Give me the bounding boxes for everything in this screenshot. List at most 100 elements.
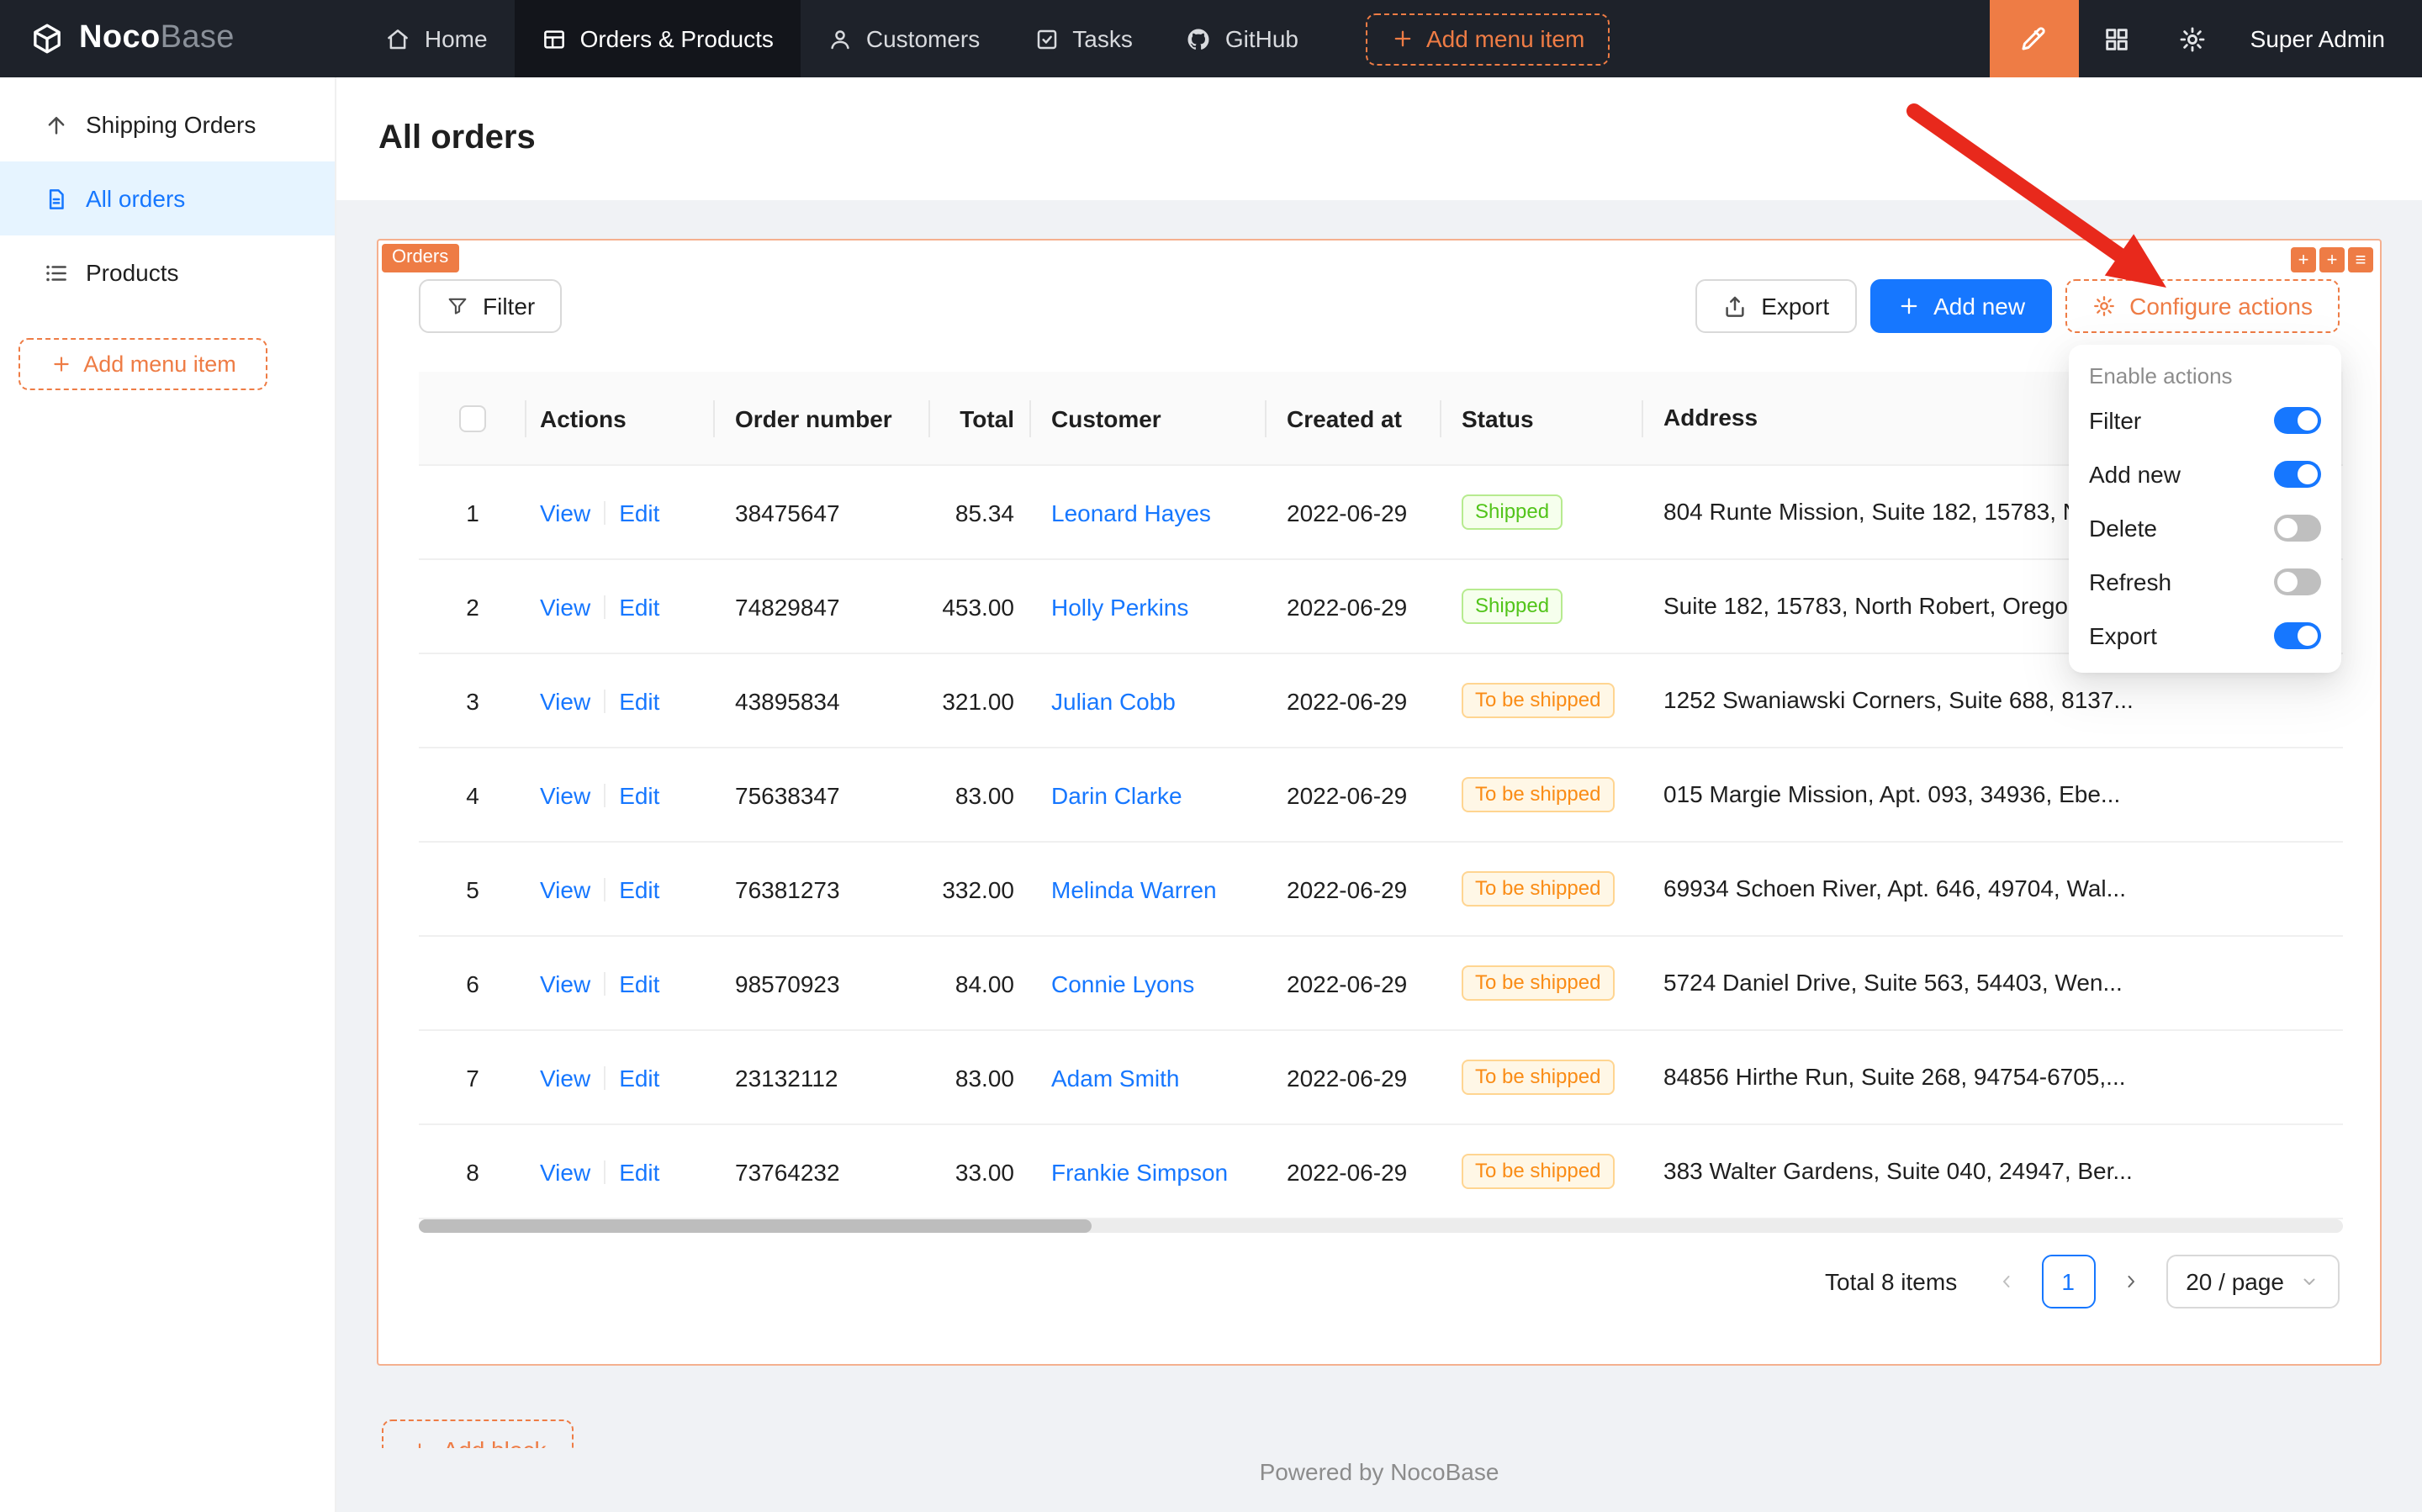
view-order-link[interactable]: View: [540, 593, 590, 620]
block-add-icon[interactable]: +: [2319, 247, 2345, 272]
edit-order-link[interactable]: Edit: [619, 781, 659, 808]
horizontal-scrollbar[interactable]: [419, 1219, 2343, 1233]
toggle-export[interactable]: [2274, 622, 2321, 649]
created-at-cell: 2022-06-29: [1267, 748, 1441, 841]
enable-action-filter[interactable]: Filter: [2069, 394, 2341, 447]
next-page-button[interactable]: [2108, 1258, 2152, 1305]
ui-editor-button[interactable]: [1990, 0, 2079, 77]
block-tag: Orders: [382, 244, 458, 272]
nav-item-home[interactable]: Home: [359, 0, 515, 77]
brand-logo[interactable]: NocoBase: [0, 20, 265, 57]
customer-cell: Frankie Simpson: [1031, 1125, 1267, 1218]
plus-icon: [1391, 27, 1415, 50]
screenshot-viewport: NocoBase HomeOrders & ProductsCustomersT…: [0, 0, 2422, 1512]
configure-actions-button[interactable]: Configure actions: [2065, 279, 2340, 333]
orders-table: ActionsOrder numberTotalCustomerCreated …: [419, 372, 2343, 1219]
page-size-select[interactable]: 20 / page: [2166, 1255, 2340, 1308]
nav-item-orders-products[interactable]: Orders & Products: [515, 0, 801, 77]
nav-item-github[interactable]: GitHub: [1160, 0, 1325, 77]
toggle-add-new[interactable]: [2274, 461, 2321, 488]
edit-order-link[interactable]: Edit: [619, 687, 659, 714]
sidebar-item-shipping-orders[interactable]: Shipping Orders: [0, 87, 335, 161]
customer-cell: Connie Lyons: [1031, 937, 1267, 1029]
status-cell: To be shipped: [1441, 654, 1643, 747]
add-new-button[interactable]: Add new: [1869, 279, 2052, 333]
page-size-value: 20 / page: [2186, 1268, 2284, 1295]
add-block-button[interactable]: Add block: [382, 1419, 574, 1448]
column-header-customer: Customer: [1031, 372, 1267, 464]
table-body: 1ViewEdit3847564785.34Leonard Hayes2022-…: [419, 466, 2343, 1219]
status-cell: Shipped: [1441, 560, 1643, 653]
row-index: 7: [419, 1031, 526, 1123]
created-at-cell: 2022-06-29: [1267, 1031, 1441, 1123]
select-all-checkbox[interactable]: [459, 404, 486, 431]
add-menu-item-button[interactable]: Add menu item: [1366, 13, 1610, 65]
toggle-delete[interactable]: [2274, 515, 2321, 542]
settings-button[interactable]: [2155, 0, 2230, 77]
order-number-cell: 43895834: [715, 654, 930, 747]
pagination: Total 8 items 1 20 / page: [1825, 1255, 2340, 1308]
address-cell: 015 Margie Mission, Apt. 093, 34936, Ebe…: [1643, 748, 2343, 841]
edit-order-link[interactable]: Edit: [619, 1158, 659, 1185]
created-at-cell: 2022-06-29: [1267, 937, 1441, 1029]
column-header-label: Created at: [1287, 404, 1402, 431]
main-menu: HomeOrders & ProductsCustomersTasksGitHu…: [359, 0, 1325, 77]
nav-item-customers[interactable]: Customers: [801, 0, 1007, 77]
filter-button[interactable]: Filter: [419, 279, 562, 333]
action-divider: [604, 500, 606, 524]
edit-order-link[interactable]: Edit: [619, 875, 659, 902]
edit-order-link[interactable]: Edit: [619, 499, 659, 526]
row-actions: View Edit: [526, 748, 715, 841]
customer-link[interactable]: Holly Perkins: [1051, 593, 1188, 620]
block-drag-icon[interactable]: +: [2291, 247, 2316, 272]
column-header-actions: Actions: [526, 372, 715, 464]
enable-action-label: Export: [2089, 622, 2157, 649]
plugins-button[interactable]: [2079, 0, 2155, 77]
sidebar-item-products[interactable]: Products: [0, 235, 335, 309]
customer-link[interactable]: Melinda Warren: [1051, 875, 1217, 902]
order-total-cell: 321.00: [930, 654, 1031, 747]
view-order-link[interactable]: View: [540, 781, 590, 808]
scrollbar-thumb[interactable]: [419, 1219, 1092, 1233]
edit-order-link[interactable]: Edit: [619, 593, 659, 620]
view-order-link[interactable]: View: [540, 970, 590, 997]
block-menu-icon[interactable]: ≡: [2348, 247, 2373, 272]
top-navbar: NocoBase HomeOrders & ProductsCustomersT…: [0, 0, 2422, 77]
created-at-cell: 2022-06-29: [1267, 466, 1441, 558]
view-order-link[interactable]: View: [540, 1158, 590, 1185]
table-row: 1ViewEdit3847564785.34Leonard Hayes2022-…: [419, 466, 2343, 560]
view-order-link[interactable]: View: [540, 687, 590, 714]
sidebar-item-all-orders[interactable]: All orders: [0, 161, 335, 235]
export-button[interactable]: Export: [1695, 279, 1856, 333]
edit-order-link[interactable]: Edit: [619, 970, 659, 997]
toggle-refresh[interactable]: [2274, 568, 2321, 595]
user-menu[interactable]: Super Admin: [2230, 25, 2422, 52]
view-order-link[interactable]: View: [540, 499, 590, 526]
nav-item-tasks[interactable]: Tasks: [1007, 0, 1160, 77]
toggle-filter[interactable]: [2274, 407, 2321, 434]
customer-link[interactable]: Darin Clarke: [1051, 781, 1182, 808]
enable-action-add-new[interactable]: Add new: [2069, 447, 2341, 501]
customer-cell: Darin Clarke: [1031, 748, 1267, 841]
highlighter-icon: [2019, 24, 2049, 54]
customer-link[interactable]: Connie Lyons: [1051, 970, 1194, 997]
table-row: 6ViewEdit9857092384.00Connie Lyons2022-0…: [419, 937, 2343, 1031]
customer-cell: Holly Perkins: [1031, 560, 1267, 653]
current-page-button[interactable]: 1: [2041, 1255, 2095, 1308]
toolbar-right: Export Add new Configure actions: [1695, 279, 2340, 333]
edit-order-link[interactable]: Edit: [619, 1064, 659, 1091]
customer-link[interactable]: Frankie Simpson: [1051, 1158, 1228, 1185]
enable-action-export[interactable]: Export: [2069, 609, 2341, 663]
gear-icon: [2178, 24, 2207, 53]
view-order-link[interactable]: View: [540, 875, 590, 902]
customer-link[interactable]: Adam Smith: [1051, 1064, 1180, 1091]
prev-page-button[interactable]: [1984, 1258, 2028, 1305]
customer-link[interactable]: Leonard Hayes: [1051, 499, 1211, 526]
sidebar-add-menu-item-button[interactable]: Add menu item: [19, 338, 267, 390]
view-order-link[interactable]: View: [540, 1064, 590, 1091]
enable-action-delete[interactable]: Delete: [2069, 501, 2341, 555]
enable-action-refresh[interactable]: Refresh: [2069, 555, 2341, 609]
status-badge: To be shipped: [1462, 683, 1614, 718]
customer-link[interactable]: Julian Cobb: [1051, 687, 1176, 714]
table-toolbar: Filter Export Add new Configure actions: [419, 279, 2340, 333]
